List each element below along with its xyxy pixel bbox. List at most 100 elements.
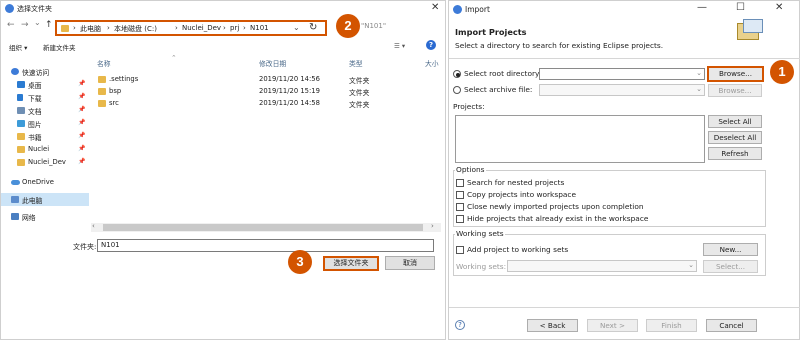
minimize-icon[interactable]: — [697,2,707,13]
column-header-size[interactable]: 大小 [425,58,439,68]
folder-field-value: N101 [101,241,120,249]
sidebar-item-this-pc[interactable]: 此电脑 [1,193,89,206]
file-list: 名称 ⌃ 修改日期 类型 大小 .settings 2019/11/20 14:… [91,54,441,225]
table-row[interactable]: .settings 2019/11/20 14:56 文件夹 [91,74,441,85]
working-sets-combo[interactable]: ⌄ [507,260,697,272]
address-bar[interactable]: › 此电脑 › 本地磁盘 (C:) › Nuclei_Dev › prj › N… [55,20,327,36]
sidebar-item-quick-access[interactable]: 快速访问 [1,65,89,78]
breadcrumb-prj[interactable]: prj [230,24,239,32]
picture-icon [17,120,25,127]
finish-button[interactable]: Finish [646,319,697,332]
column-header-name[interactable]: 名称 [97,58,111,68]
breadcrumb-drive-c[interactable]: 本地磁盘 (C:) [114,24,157,34]
up-arrow-icon[interactable]: ↑ [45,20,53,30]
sidebar-item-pictures[interactable]: 图片 📌 [1,117,89,130]
archive-file-radio[interactable] [453,86,461,94]
deselect-all-button[interactable]: Deselect All [708,131,762,144]
sidebar-item-desktop[interactable]: 桌面 📌 [1,78,89,91]
folder-icon [98,88,106,95]
folder-icon [98,76,106,83]
select-working-set-button[interactable]: Select... [703,260,758,273]
nested-projects-checkbox[interactable] [456,179,464,187]
cancel-button[interactable]: Cancel [706,319,757,332]
sidebar-item-label: 图片 [28,121,42,129]
select-folder-button[interactable]: 选择文件夹 [323,256,379,271]
pin-icon: 📌 [78,80,86,87]
nested-projects-label: Search for nested projects [467,178,565,187]
address-sep: › [73,24,76,32]
scroll-left-icon[interactable]: ‹ [92,222,95,230]
desktop-icon [17,81,25,88]
view-options-icon[interactable]: ☰ ▾ [394,42,405,50]
new-working-set-button[interactable]: New... [703,243,758,256]
next-button[interactable]: Next > [587,319,638,332]
maximize-icon[interactable]: ☐ [736,2,745,13]
back-arrow-icon[interactable]: ← [7,20,15,30]
sidebar-item-downloads[interactable]: 下载 📌 [1,91,89,104]
scroll-thumb[interactable] [103,224,423,231]
nav-bar: ← → ⌄ ↑ › 此电脑 › 本地磁盘 (C:) › Nuclei_Dev ›… [1,17,447,37]
cancel-button[interactable]: 取消 [385,256,435,270]
recent-dropdown-icon[interactable]: ⌄ [34,18,41,27]
help-icon[interactable]: ? [455,320,465,330]
breadcrumb-n101[interactable]: N101 [250,24,269,32]
sidebar-item-label: Nuclei [28,145,50,153]
new-folder-button[interactable]: 新建文件夹 [43,42,76,52]
organize-button[interactable]: 组织 ▾ [9,42,27,52]
close-imported-checkbox[interactable] [456,203,464,211]
horizontal-scrollbar[interactable]: ‹ › [91,222,441,232]
forward-arrow-icon[interactable]: → [21,20,29,30]
sidebar-item-onedrive[interactable]: OneDrive [1,176,89,189]
address-dropdown-icon[interactable]: ⌄ [293,23,300,32]
projects-list[interactable] [455,115,705,163]
chevron-down-icon: ⌄ [696,85,702,93]
sidebar-item-label: 书籍 [28,134,42,142]
search-text: "N101" [361,22,387,30]
breadcrumb-nuclei-dev[interactable]: Nuclei_Dev [182,24,221,32]
browse-button[interactable]: Browse... [707,66,764,82]
copy-projects-checkbox[interactable] [456,191,464,199]
sidebar-item-network[interactable]: 网络 [1,210,89,223]
folder-field[interactable]: N101 [97,239,434,252]
pin-icon: 📌 [78,93,86,100]
archive-file-combo[interactable]: ⌄ [539,84,705,96]
sidebar-item-nuclei[interactable]: Nuclei 📌 [1,143,89,156]
column-header-date[interactable]: 修改日期 [259,58,286,68]
address-sep: › [107,24,110,32]
root-directory-combo[interactable]: ⌄ [539,68,705,80]
archive-file-label: Select archive file: [464,85,533,94]
sidebar-item-label: 此电脑 [22,197,43,205]
sidebar-item-nuclei-dev[interactable]: Nuclei_Dev 📌 [1,156,89,169]
refresh-icon[interactable]: ↻ [309,22,317,33]
file-type: 文件夹 [349,101,370,109]
sidebar-item-books[interactable]: 书籍 📌 [1,130,89,143]
nav-pane: 快速访问 桌面 📌 下载 📌 文档 📌 图片 📌 书籍 📌 Nuclei 📌 N… [1,57,89,235]
file-date: 2019/11/20 14:58 [259,99,320,107]
column-header-type[interactable]: 类型 [349,58,363,68]
computer-icon [11,196,19,203]
address-sep: › [175,24,178,32]
close-icon[interactable]: ✕ [431,2,439,13]
table-row[interactable]: src 2019/11/20 14:58 文件夹 [91,98,441,109]
close-icon[interactable]: ✕ [775,2,783,13]
address-sep: › [223,24,226,32]
scroll-right-icon[interactable]: › [431,222,434,230]
sidebar-item-documents[interactable]: 文档 📌 [1,104,89,117]
refresh-button[interactable]: Refresh [708,147,762,160]
select-all-button[interactable]: Select All [708,115,762,128]
table-row[interactable]: bsp 2019/11/20 15:19 文件夹 [91,86,441,97]
help-icon[interactable]: ? [426,40,436,50]
back-button[interactable]: < Back [527,319,578,332]
chevron-down-icon[interactable]: ⌄ [696,69,702,77]
breadcrumb-this-pc[interactable]: 此电脑 [80,24,101,34]
sidebar-item-label: Nuclei_Dev [28,158,66,166]
pin-icon: 📌 [78,106,86,113]
sidebar-item-label: OneDrive [22,178,54,186]
root-directory-radio[interactable] [453,70,461,78]
hide-existing-checkbox[interactable] [456,215,464,223]
add-working-sets-checkbox[interactable] [456,246,464,254]
browse-archive-button[interactable]: Browse... [708,84,762,97]
page-description: Select a directory to search for existin… [455,41,664,50]
working-sets-label: Working sets [455,229,505,238]
header-divider [449,58,800,59]
